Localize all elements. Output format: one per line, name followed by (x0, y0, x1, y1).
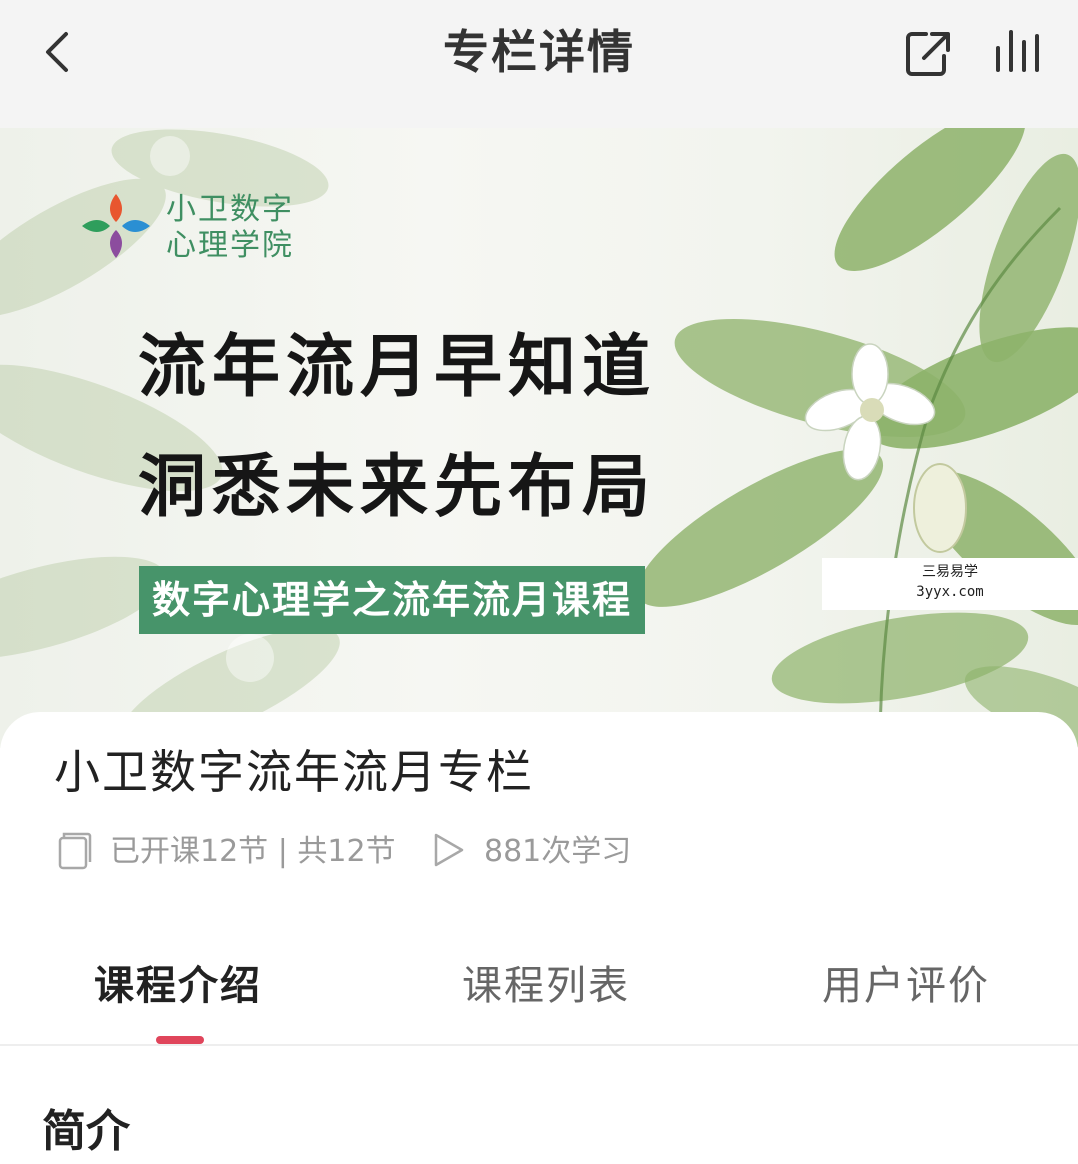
back-button[interactable] (30, 22, 90, 82)
brand-name: 小卫数字 心理学院 (166, 192, 294, 264)
brand-name-line1: 小卫数字 (166, 192, 294, 227)
intro-heading: 简介 (42, 1106, 130, 1157)
share-icon (906, 32, 950, 76)
play-icon (434, 833, 464, 867)
column-detail-page: 专栏详情 小卫数字 心理学院 流年流月早知道 洞悉未来先布局 数字心理学之流年流… (0, 0, 1078, 1164)
bar-chart-icon (996, 30, 1039, 72)
top-bar: 专栏详情 (0, 0, 1078, 128)
study-count: 881次学习 (484, 834, 632, 869)
watermark-line2: 3yyx.com (916, 584, 984, 600)
course-banner: 小卫数字 心理学院 流年流月早知道 洞悉未来先布局 数字心理学之流年流月课程 三… (0, 128, 1078, 748)
tab-course-list[interactable]: 课程列表 (462, 956, 630, 1016)
stats-button[interactable] (990, 24, 1050, 84)
course-title: 小卫数字流年流月专栏 (54, 745, 534, 799)
lessons-icon (58, 832, 92, 870)
tab-course-intro[interactable]: 课程介绍 (94, 956, 262, 1016)
course-tag: 数字心理学之流年流月课程 (139, 566, 645, 634)
brand-name-line2: 心理学院 (166, 228, 294, 263)
watermark-line1: 三易易学 (922, 564, 978, 580)
brand-logo-icon (82, 194, 150, 258)
course-tabs: 课程介绍 课程列表 用户评价 (0, 926, 1078, 1046)
course-info-card: 小卫数字流年流月专栏 已开课12节 | 共12节 881次学习 (0, 712, 1078, 926)
share-button[interactable] (900, 26, 956, 82)
chevron-left-icon (46, 32, 68, 72)
active-tab-indicator (156, 1036, 204, 1044)
botanical-illustration (0, 128, 1078, 748)
lessons-count: 已开课12节 | 共12节 (110, 834, 396, 869)
banner-headline-1: 流年流月早知道 (138, 328, 657, 407)
banner-headline-2: 洞悉未来先布局 (138, 448, 657, 527)
tab-user-reviews[interactable]: 用户评价 (822, 956, 990, 1016)
watermark: 三易易学 3yyx.com (822, 558, 1078, 610)
